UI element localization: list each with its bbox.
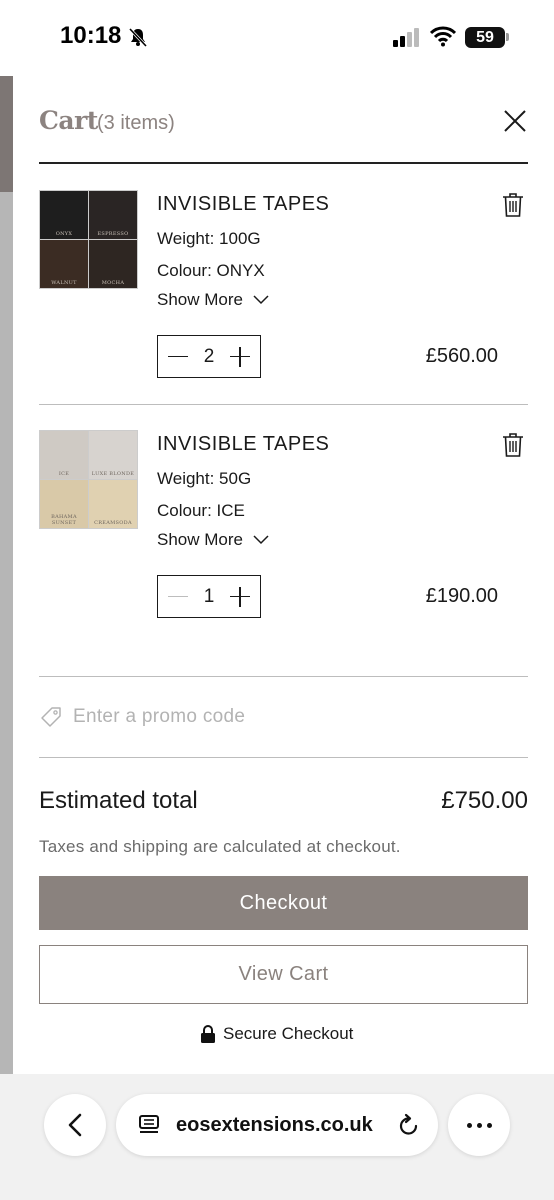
- quantity-value[interactable]: 1: [204, 586, 215, 608]
- estimated-total-label: Estimated total: [39, 787, 198, 814]
- secure-checkout-label: Secure Checkout: [223, 1024, 354, 1043]
- reload-icon[interactable]: [398, 1113, 420, 1137]
- item-colour: Colour: ONYX: [157, 261, 265, 280]
- status-bar: 10:18 59: [0, 0, 554, 76]
- item-price: £190.00: [425, 585, 498, 607]
- item-price: £560.00: [425, 345, 498, 367]
- item-name[interactable]: INVISIBLE TAPES: [157, 193, 329, 216]
- cart-item-count: (3 items): [97, 112, 175, 134]
- thumb-label: ESPRESSO: [97, 231, 129, 237]
- bell-slash-icon: [128, 27, 148, 47]
- page-backdrop-header: [0, 76, 13, 192]
- ellipsis-dot-icon: [476, 1122, 482, 1128]
- quantity-stepper: 1: [157, 575, 261, 618]
- view-cart-button[interactable]: View Cart: [39, 945, 528, 1004]
- battery-indicator: 59: [465, 27, 505, 48]
- increase-quantity-button[interactable]: [229, 346, 250, 367]
- show-more-toggle[interactable]: Show More: [157, 290, 269, 310]
- thumb-label: LUXE BLONDE: [91, 471, 135, 477]
- lock-icon: [201, 1025, 215, 1043]
- cart-item: ONYX ESPRESSO WALNUT MOCHA INVISIBLE TAP…: [39, 165, 528, 405]
- item-weight: Weight: 100G: [157, 229, 261, 248]
- thumb-label: ONYX: [55, 231, 73, 237]
- close-icon[interactable]: [502, 108, 528, 134]
- browser-toolbar: eosextensions.co.uk: [0, 1074, 554, 1200]
- chevron-down-icon: [253, 295, 269, 305]
- show-more-label: Show More: [157, 290, 243, 309]
- estimated-total-value: £750.00: [441, 787, 528, 814]
- chevron-left-icon: [68, 1113, 82, 1137]
- trash-icon[interactable]: [502, 192, 524, 218]
- cellular-signal-icon: [393, 28, 419, 47]
- ellipsis-dot-icon: [466, 1122, 472, 1128]
- page-backdrop: [0, 76, 13, 1074]
- trash-icon[interactable]: [502, 432, 524, 458]
- address-bar[interactable]: eosextensions.co.uk: [116, 1094, 438, 1156]
- decrease-quantity-button[interactable]: [168, 587, 188, 607]
- browser-back-button[interactable]: [44, 1094, 106, 1156]
- show-more-label: Show More: [157, 530, 243, 549]
- cart-header: Cart (3 items): [39, 106, 528, 164]
- item-weight: Weight: 50G: [157, 469, 252, 488]
- thumb-label: BAHAMA SUNSET: [51, 514, 77, 526]
- page-menu-icon[interactable]: [138, 1114, 160, 1136]
- status-time: 10:18: [60, 22, 122, 49]
- increase-quantity-button[interactable]: [229, 586, 250, 607]
- show-more-toggle[interactable]: Show More: [157, 530, 269, 550]
- secure-checkout-note: Secure Checkout: [201, 1024, 353, 1044]
- url-text: eosextensions.co.uk: [176, 1114, 373, 1136]
- decrease-quantity-button[interactable]: [168, 347, 188, 367]
- wifi-icon: [430, 26, 456, 47]
- ellipsis-dot-icon: [486, 1122, 492, 1128]
- item-colour: Colour: ICE: [157, 501, 245, 520]
- battery-cap: [506, 33, 509, 41]
- thumb-label: MOCHA: [101, 280, 125, 286]
- promo-code-field[interactable]: Enter a promo code: [39, 677, 528, 758]
- tag-icon: [41, 707, 61, 727]
- product-thumbnail[interactable]: ONYX ESPRESSO WALNUT MOCHA: [39, 190, 138, 289]
- thumb-label: WALNUT: [51, 280, 77, 286]
- quantity-stepper: 2: [157, 335, 261, 378]
- product-thumbnail[interactable]: ICE LUXE BLONDE BAHAMA SUNSET CREAMSODA: [39, 430, 138, 529]
- more-options-button[interactable]: [448, 1094, 510, 1156]
- checkout-button[interactable]: Checkout: [39, 876, 528, 930]
- cart-item: ICE LUXE BLONDE BAHAMA SUNSET CREAMSODA …: [39, 405, 528, 677]
- cart-drawer: Cart (3 items) ONYX ESPRESSO WALNUT MOCH…: [13, 76, 554, 1074]
- item-name[interactable]: INVISIBLE TAPES: [157, 433, 329, 456]
- promo-code-placeholder: Enter a promo code: [73, 706, 246, 727]
- tax-note: Taxes and shipping are calculated at che…: [39, 837, 401, 856]
- chevron-down-icon: [253, 535, 269, 545]
- thumb-label: CREAMSODA: [94, 520, 132, 526]
- thumb-label: ICE: [58, 471, 70, 477]
- cart-title: Cart: [39, 106, 98, 135]
- quantity-value[interactable]: 2: [204, 346, 215, 368]
